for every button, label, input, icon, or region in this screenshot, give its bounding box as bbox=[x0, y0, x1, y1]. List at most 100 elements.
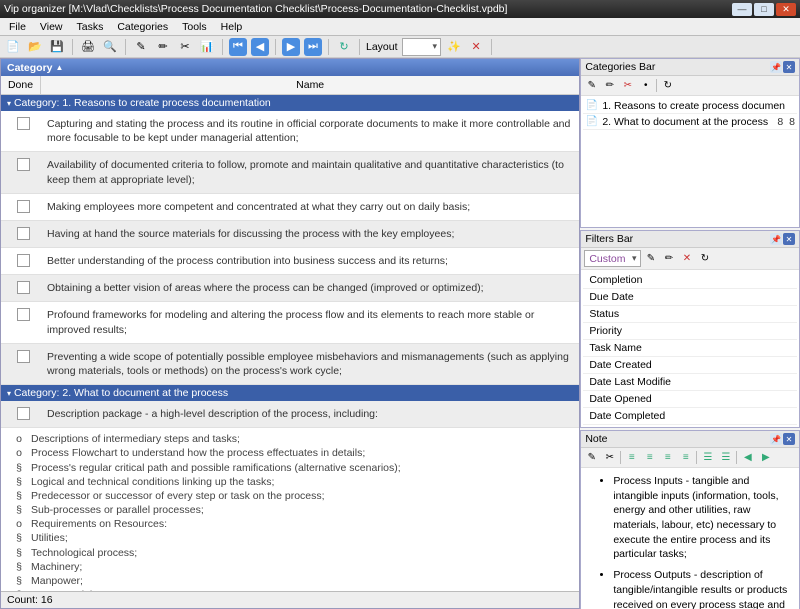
nav-next-icon[interactable]: ▶ bbox=[282, 38, 300, 56]
table-row[interactable]: Profound frameworks for modeling and alt… bbox=[1, 302, 579, 343]
category-list-item[interactable]: 📄 2. What to document at the process 88 bbox=[583, 114, 797, 130]
folder-icon: 📄 bbox=[585, 99, 598, 112]
filter-del-icon[interactable]: ✕ bbox=[680, 251, 695, 266]
checkbox[interactable] bbox=[3, 225, 43, 243]
chart-icon[interactable]: 📊 bbox=[198, 38, 216, 56]
note-panel-title: Note bbox=[585, 433, 607, 445]
filter-field-row[interactable]: Date Completed bbox=[583, 408, 797, 425]
note-scissors-icon[interactable]: ✂ bbox=[602, 450, 617, 465]
filter-edit-icon[interactable]: ✏ bbox=[662, 251, 677, 266]
delete-icon[interactable]: ✕ bbox=[467, 38, 485, 56]
categories-panel-title: Categories Bar bbox=[585, 61, 655, 73]
filter-field-row[interactable]: Date Created bbox=[583, 357, 797, 374]
edit-icon[interactable]: ✎ bbox=[132, 38, 150, 56]
menu-bar: File View Tasks Categories Tools Help bbox=[0, 18, 800, 36]
menu-categories[interactable]: Categories bbox=[110, 21, 175, 33]
checkbox[interactable] bbox=[3, 252, 43, 270]
table-row[interactable]: Availability of documented criteria to f… bbox=[1, 152, 579, 193]
table-row[interactable]: Preventing a wide scope of potentially p… bbox=[1, 344, 579, 385]
align-center-icon[interactable]: ≡ bbox=[642, 450, 657, 465]
filter-apply-icon[interactable]: ✎ bbox=[644, 251, 659, 266]
cat-tool-icon[interactable]: • bbox=[638, 78, 653, 93]
scissors-icon[interactable]: ✂ bbox=[176, 38, 194, 56]
save-icon[interactable]: 💾 bbox=[48, 38, 66, 56]
filter-refresh-icon[interactable]: ↻ bbox=[698, 251, 713, 266]
open-icon[interactable]: 📂 bbox=[26, 38, 44, 56]
table-row[interactable]: Description package - a high-level descr… bbox=[1, 401, 579, 428]
filter-field-row[interactable]: Date Last Modifie bbox=[583, 374, 797, 391]
filter-field-row[interactable]: Due Date bbox=[583, 289, 797, 306]
indent-inc-icon[interactable]: ▶ bbox=[758, 450, 773, 465]
menu-tools[interactable]: Tools bbox=[175, 21, 214, 33]
close-panel-icon[interactable]: ✕ bbox=[783, 433, 795, 445]
menu-tasks[interactable]: Tasks bbox=[70, 21, 111, 33]
note-edit-icon[interactable]: ✎ bbox=[584, 450, 599, 465]
checkbox[interactable] bbox=[3, 279, 43, 297]
group-header-1[interactable]: ▾ Category: 1. Reasons to create process… bbox=[1, 95, 579, 111]
cat-edit-icon[interactable]: ✏ bbox=[602, 78, 617, 93]
checkbox[interactable] bbox=[3, 405, 43, 423]
nav-last-icon[interactable]: ⏭ bbox=[304, 38, 322, 56]
indent-dec-icon[interactable]: ◀ bbox=[740, 450, 755, 465]
layout-label: Layout bbox=[366, 41, 398, 53]
table-row[interactable]: Better understanding of the process cont… bbox=[1, 248, 579, 275]
pin-icon[interactable]: 📌 bbox=[770, 433, 782, 445]
window-title: Vip organizer [M:\Vlad\Checklists\Proces… bbox=[4, 3, 507, 15]
checkbox[interactable] bbox=[3, 306, 43, 324]
close-panel-icon[interactable]: ✕ bbox=[783, 61, 795, 73]
group-by-header[interactable]: Category▲ bbox=[1, 59, 579, 76]
print-preview-icon[interactable]: 🔍 bbox=[101, 38, 119, 56]
align-right-icon[interactable]: ≡ bbox=[660, 450, 675, 465]
align-justify-icon[interactable]: ≡ bbox=[678, 450, 693, 465]
checkbox[interactable] bbox=[3, 156, 43, 174]
menu-view[interactable]: View bbox=[33, 21, 70, 33]
table-row[interactable]: Capturing and stating the process and it… bbox=[1, 111, 579, 152]
filter-field-row[interactable]: Priority bbox=[583, 323, 797, 340]
table-row[interactable]: Obtaining a better vision of areas where… bbox=[1, 275, 579, 302]
close-panel-icon[interactable]: ✕ bbox=[783, 233, 795, 245]
table-row[interactable]: Making employees more competent and conc… bbox=[1, 194, 579, 221]
col-header-done[interactable]: Done bbox=[1, 76, 41, 94]
maximize-button[interactable]: □ bbox=[754, 3, 774, 16]
layout-combo[interactable] bbox=[402, 38, 442, 56]
group-header-2[interactable]: ▾ Category: 2. What to document at the p… bbox=[1, 385, 579, 401]
list-number-icon[interactable]: ☰ bbox=[718, 450, 733, 465]
pin-icon[interactable]: 📌 bbox=[770, 61, 782, 73]
table-row[interactable]: Having at hand the source materials for … bbox=[1, 221, 579, 248]
filters-panel-title: Filters Bar bbox=[585, 233, 633, 245]
filter-field-row[interactable]: Completion bbox=[583, 272, 797, 289]
checkbox[interactable] bbox=[3, 115, 43, 133]
filter-field-row[interactable]: Date Opened bbox=[583, 391, 797, 408]
close-button[interactable]: ✕ bbox=[776, 3, 796, 16]
refresh-icon[interactable]: ↻ bbox=[335, 38, 353, 56]
list-bullet-icon[interactable]: ☰ bbox=[700, 450, 715, 465]
note-body[interactable]: Process Inputs - tangible and intangible… bbox=[581, 468, 799, 609]
status-count: 16 bbox=[41, 594, 53, 606]
highlight-icon[interactable]: ✏ bbox=[154, 38, 172, 56]
status-bar: Count: 16 bbox=[1, 591, 579, 608]
filter-field-row[interactable]: Task Name bbox=[583, 340, 797, 357]
cat-new-icon[interactable]: ✎ bbox=[584, 78, 599, 93]
nav-first-icon[interactable]: ⏮ bbox=[229, 38, 247, 56]
cat-del-icon[interactable]: ✂ bbox=[620, 78, 635, 93]
folder-icon: 📄 bbox=[585, 115, 598, 128]
filter-field-row[interactable]: Status bbox=[583, 306, 797, 323]
task-detail-block: oDescriptions of intermediary steps and … bbox=[1, 428, 579, 591]
minimize-button[interactable]: — bbox=[732, 3, 752, 16]
checkbox[interactable] bbox=[3, 198, 43, 216]
checkbox[interactable] bbox=[3, 348, 43, 366]
cat-refresh-icon[interactable]: ↻ bbox=[660, 78, 675, 93]
wand-icon[interactable]: ✨ bbox=[445, 38, 463, 56]
task-grid: ▾ Category: 1. Reasons to create process… bbox=[1, 95, 579, 591]
filter-preset-combo[interactable]: Custom bbox=[584, 250, 640, 267]
main-toolbar: 📄 📂 💾 🖨 🔍 ✎ ✏ ✂ 📊 ⏮ ◀ ▶ ⏭ ↻ Layout ✨ ✕ bbox=[0, 36, 800, 58]
print-icon[interactable]: 🖨 bbox=[79, 38, 97, 56]
menu-help[interactable]: Help bbox=[214, 21, 250, 33]
menu-file[interactable]: File bbox=[2, 21, 33, 33]
nav-prev-icon[interactable]: ◀ bbox=[251, 38, 269, 56]
new-icon[interactable]: 📄 bbox=[4, 38, 22, 56]
category-list-item[interactable]: 📄 1. Reasons to create process documen bbox=[583, 98, 797, 114]
align-left-icon[interactable]: ≡ bbox=[624, 450, 639, 465]
col-header-name[interactable]: Name bbox=[41, 76, 579, 94]
pin-icon[interactable]: 📌 bbox=[770, 233, 782, 245]
